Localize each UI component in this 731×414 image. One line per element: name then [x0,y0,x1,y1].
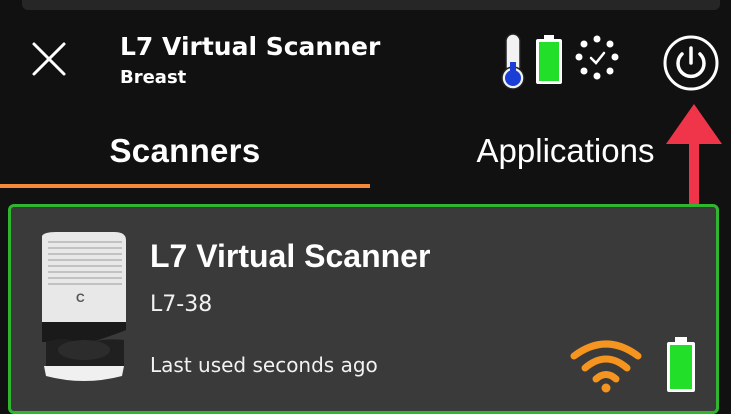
scanner-probe-image: C [36,230,131,390]
tab-applications[interactable]: Applications [400,125,731,183]
page-title: L7 Virtual Scanner [120,32,381,61]
close-button[interactable] [28,38,70,80]
active-tab-indicator [0,184,370,188]
loading-spinner-icon [567,33,627,87]
svg-text:C: C [76,291,85,305]
scanner-battery-icon [664,336,698,394]
close-icon [32,42,66,76]
wifi-icon [570,338,642,394]
tab-scanners[interactable]: Scanners [0,125,370,183]
scanner-name: L7 Virtual Scanner [150,238,431,274]
scanner-model: L7-38 [150,292,213,317]
thermometer-icon [497,32,529,92]
battery-icon [533,34,565,86]
power-icon [663,35,719,91]
power-button[interactable] [662,34,720,92]
last-used-text: Last used seconds ago [150,353,378,377]
top-strip [22,0,720,10]
page-subtitle: Breast [120,67,187,88]
